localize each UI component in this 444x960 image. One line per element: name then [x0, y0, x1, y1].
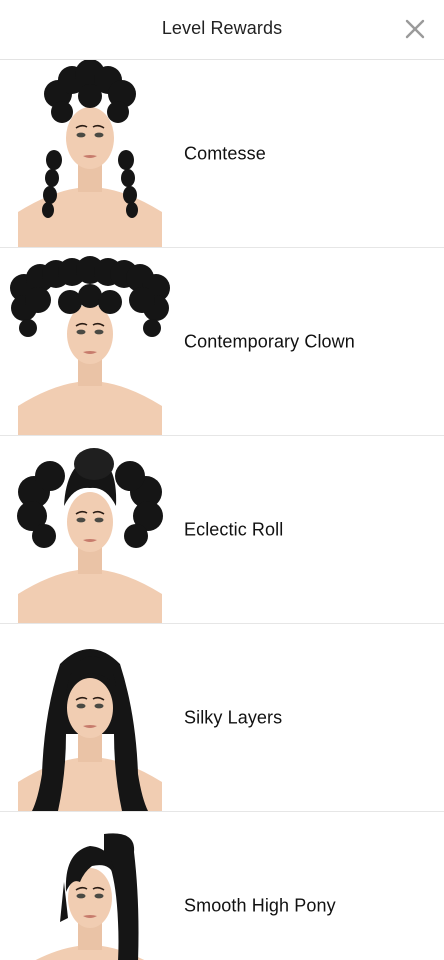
header-bar: Level Rewards — [0, 0, 444, 60]
reward-name: Smooth High Pony — [184, 895, 336, 915]
rewards-list: Comtesse Contemporary Clown Eclectic Rol… — [0, 60, 444, 960]
close-button[interactable] — [400, 14, 430, 44]
reward-row-silky-layers[interactable]: Silky Layers — [0, 624, 444, 812]
avatar-eclectic-roll — [17, 448, 163, 623]
reward-row-smooth-high-pony[interactable]: Smooth High Pony — [0, 812, 444, 960]
level-rewards-screen: Level Rewards Comtesse Contemporary Clow… — [0, 0, 444, 960]
avatar-smooth-high-pony — [35, 833, 145, 960]
close-icon — [405, 19, 425, 39]
reward-name: Eclectic Roll — [184, 519, 284, 539]
reward-row-eclectic-roll[interactable]: Eclectic Roll — [0, 436, 444, 624]
page-title: Level Rewards — [161, 18, 283, 38]
avatar-contemporary-clown — [10, 256, 170, 435]
reward-name: Silky Layers — [184, 707, 283, 727]
reward-row-contemporary-clown[interactable]: Contemporary Clown — [0, 248, 444, 436]
reward-row-comtesse[interactable]: Comtesse — [0, 60, 444, 248]
reward-name: Comtesse — [184, 143, 266, 163]
reward-name: Contemporary Clown — [184, 331, 355, 351]
avatar-silky-layers — [18, 649, 162, 811]
avatar-comtesse — [18, 60, 162, 247]
